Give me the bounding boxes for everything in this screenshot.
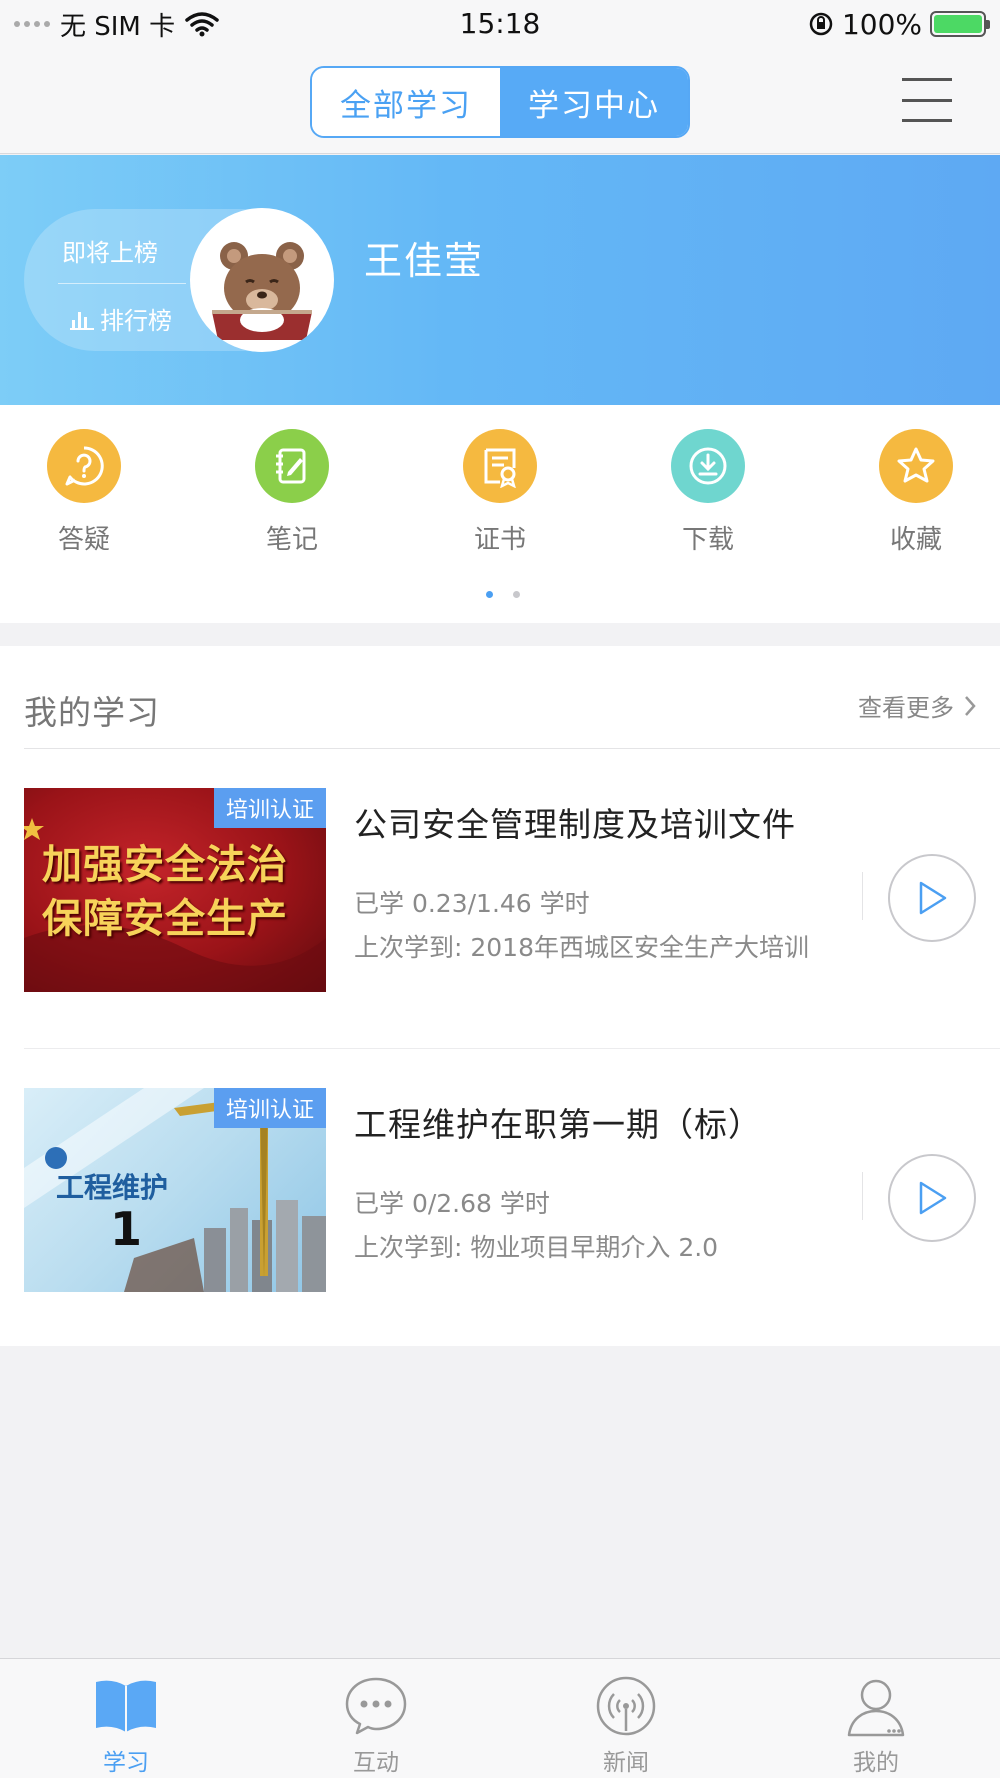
course-progress: 已学 0/2.68 学时 (354, 1189, 550, 1218)
training-tag: 培训认证 (213, 1088, 326, 1128)
tab-mine-label: 我的 (853, 1750, 899, 1776)
page-indicator (486, 591, 520, 598)
course-item[interactable]: 加强安全法治 保障安全生产 培训认证 公司安全管理制度及培训文件 已学 0.23… (0, 748, 1000, 1048)
view-more-link[interactable]: 查看更多 (858, 688, 976, 723)
course-last-studied: 上次学到: 2018年西城区安全生产大培训 (354, 933, 809, 962)
tab-interact-label: 互动 (353, 1750, 399, 1776)
action-favorite[interactable]: 收藏 (856, 429, 976, 556)
course-title: 工程维护在职第一期（标） (354, 1105, 762, 1144)
thumb-text-line2: 1 (110, 1202, 143, 1256)
book-icon (66, 1671, 186, 1741)
action-download-label: 下载 (681, 525, 734, 555)
play-button[interactable] (888, 854, 976, 942)
menu-icon[interactable] (902, 78, 952, 122)
tab-news[interactable]: 新闻 (566, 1671, 686, 1777)
star-icon (879, 429, 953, 503)
certificate-icon (463, 429, 537, 503)
chat-bubble-icon (316, 1671, 436, 1741)
battery-percent: 100% (841, 7, 922, 41)
thumb-text-line2: 保障安全生产 (42, 896, 288, 942)
action-favorite-label: 收藏 (889, 525, 942, 555)
leaderboard-link[interactable]: 排行榜 (70, 301, 172, 336)
tab-mine[interactable]: 我的 (816, 1671, 936, 1777)
play-button[interactable] (888, 1154, 976, 1242)
tab-study-label: 学习 (103, 1750, 149, 1776)
quick-actions: 答疑 笔记 证书 下载 收藏 (0, 405, 1000, 623)
status-bar: 无 SIM 卡 15:18 100% (0, 0, 1000, 50)
broadcast-icon (566, 1671, 686, 1741)
course-divider (862, 1172, 863, 1220)
thumb-text-line1: 加强安全法治 (42, 842, 288, 888)
my-learning-section: 我的学习 查看更多 加强安全法治 保障安全生产 培训认证 公司安全管理制度及培训… (0, 646, 1000, 1346)
tab-learning-center[interactable]: 学习中心 (500, 68, 688, 136)
action-notes-label: 笔记 (265, 525, 318, 555)
course-item[interactable]: 工程维护 1 培训认证 工程维护在职第一期（标） 已学 0/2.68 学时 上次… (0, 1048, 1000, 1348)
rank-divider (58, 283, 186, 284)
leaderboard-label: 排行榜 (100, 307, 172, 335)
avatar[interactable] (190, 208, 334, 352)
action-certificate-label: 证书 (473, 525, 526, 555)
action-qa-label: 答疑 (57, 525, 110, 555)
course-divider (862, 872, 863, 920)
orientation-lock-icon (809, 12, 833, 36)
action-notes[interactable]: 笔记 (232, 429, 352, 556)
tab-all-learning[interactable]: 全部学习 (312, 68, 500, 136)
notebook-icon (255, 429, 329, 503)
bear-avatar-icon (212, 242, 312, 340)
course-progress: 已学 0.23/1.46 学时 (354, 889, 590, 918)
rank-status: 即将上榜 (62, 239, 158, 267)
course-last-studied: 上次学到: 物业项目早期介入 2.0 (354, 1233, 719, 1262)
action-qa[interactable]: 答疑 (24, 429, 144, 556)
course-thumbnail: 工程维护 1 培训认证 (24, 1088, 326, 1292)
profile-banner: 即将上榜 排行榜 王佳莹 (0, 155, 1000, 405)
tab-study[interactable]: 学习 (66, 1671, 186, 1777)
thumb-text-line1: 工程维护 (56, 1171, 169, 1204)
course-title: 公司安全管理制度及培训文件 (354, 805, 796, 844)
view-more-label: 查看更多 (858, 694, 954, 722)
course-thumbnail: 加强安全法治 保障安全生产 培训认证 (24, 788, 326, 992)
status-right: 100% (808, 6, 990, 42)
person-icon (816, 1671, 936, 1741)
action-download[interactable]: 下载 (648, 429, 768, 556)
section-title: 我的学习 (24, 693, 160, 732)
battery-icon (930, 11, 990, 37)
learning-segment-control: 全部学习 学习中心 (310, 66, 690, 138)
action-certificate[interactable]: 证书 (440, 429, 560, 556)
download-icon (671, 429, 745, 503)
question-icon (47, 429, 121, 503)
bottom-tab-bar: 学习 互动 新闻 我的 (0, 1658, 1000, 1778)
page-dot (513, 591, 520, 598)
page-dot-active (486, 591, 493, 598)
play-icon (919, 1181, 947, 1215)
bar-chart-icon (70, 311, 94, 330)
user-name: 王佳莹 (364, 239, 485, 283)
tab-news-label: 新闻 (603, 1750, 649, 1776)
tab-interact[interactable]: 互动 (316, 1671, 436, 1777)
training-tag: 培训认证 (213, 788, 326, 828)
play-icon (919, 881, 947, 915)
chevron-right-icon (965, 695, 976, 716)
top-nav: 全部学习 学习中心 (0, 50, 1000, 154)
